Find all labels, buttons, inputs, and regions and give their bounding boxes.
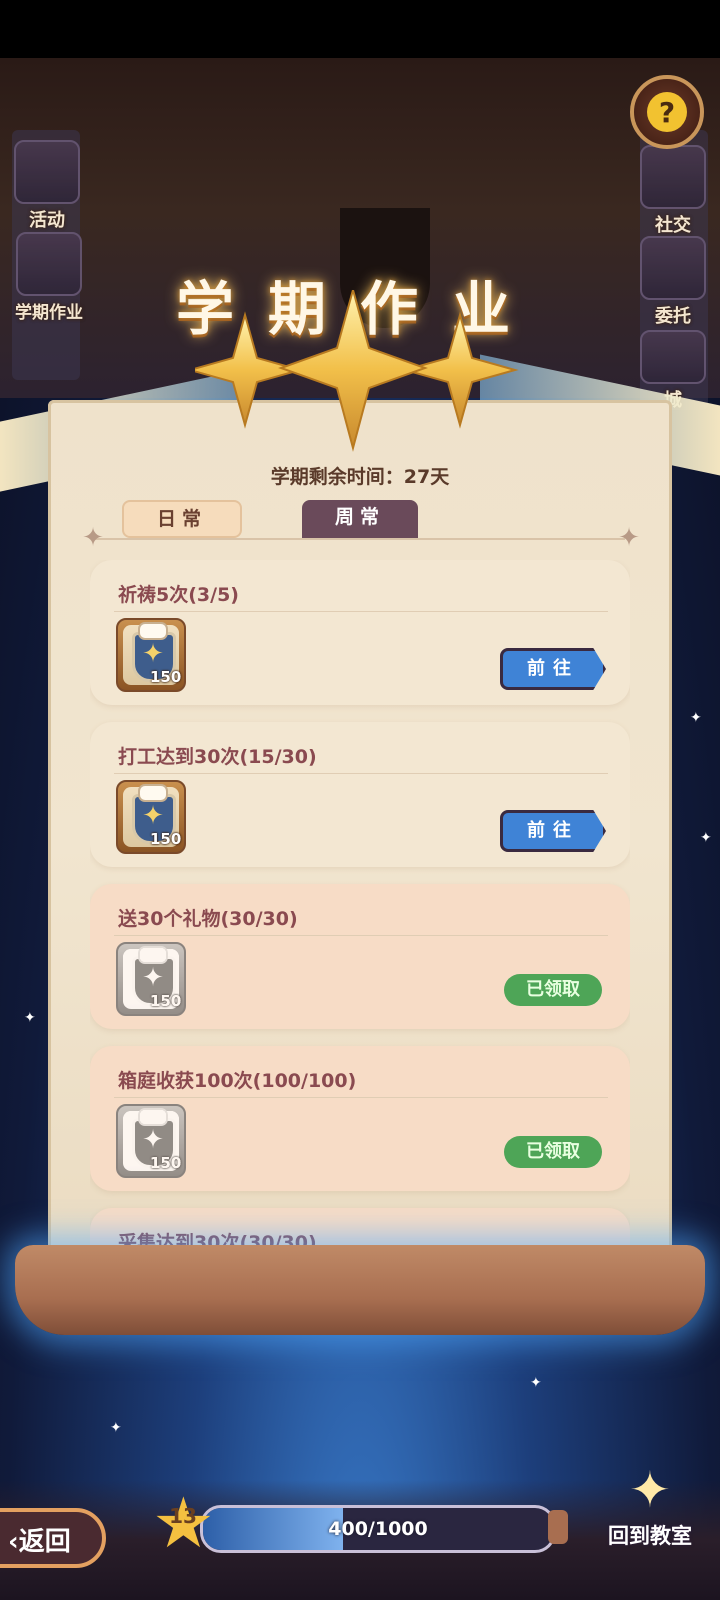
reward-quantity: 150 <box>150 1154 182 1172</box>
commission-icon <box>640 236 706 300</box>
menu-homework-button[interactable]: 学期作业 <box>10 232 88 323</box>
task-card: 箱庭收获100次(100/100) ✦ 150 已领取 <box>90 1046 630 1191</box>
task-divider <box>114 773 608 774</box>
activity-icon <box>14 140 80 204</box>
homework-icon <box>16 232 82 296</box>
reward-item[interactable]: ✦ 150 <box>116 618 186 692</box>
task-name: 打工达到30次(15/30) <box>118 746 317 768</box>
menu-social-button[interactable]: 社交 <box>638 145 708 237</box>
star-icon: ✦ <box>142 639 164 669</box>
star-icon: ✦ <box>142 963 164 993</box>
twinkle-icon: ✦ <box>690 710 702 726</box>
star-icon: ✦ <box>142 801 164 831</box>
help-button[interactable]: ? <box>630 75 704 149</box>
go-button[interactable]: 前往 <box>500 648 606 690</box>
task-name: 送30个礼物(30/30) <box>118 908 298 930</box>
task-card: 打工达到30次(15/30) ✦ 150 前往 <box>90 722 630 867</box>
task-divider <box>114 935 608 936</box>
progress-cap <box>548 1510 568 1544</box>
back-button[interactable]: ‹返回 <box>0 1508 106 1568</box>
question-icon: ? <box>647 92 687 132</box>
sparkle-left-icon: ✦ <box>82 523 104 553</box>
three-stars-emblem <box>195 290 519 452</box>
task-card: 祈祷5次(3/5) ✦ 150 前往 <box>90 560 630 705</box>
status-bar <box>0 0 720 58</box>
twinkle-icon: ✦ <box>24 1010 36 1026</box>
bow-icon <box>138 1108 168 1126</box>
menu-commission-button[interactable]: 委托 <box>638 236 708 328</box>
star-center-icon <box>278 290 428 452</box>
chevron-left-icon: ‹ <box>8 1527 19 1557</box>
claimed-badge: 已领取 <box>504 974 602 1006</box>
go-button[interactable]: 前往 <box>500 810 606 852</box>
tab-daily[interactable]: 日常 <box>122 500 242 538</box>
twinkle-icon: ✦ <box>700 830 712 846</box>
claimed-badge: 已领取 <box>504 1136 602 1168</box>
twinkle-icon: ✦ <box>530 1375 542 1391</box>
reward-item[interactable]: ✦ 150 <box>116 780 186 854</box>
return-classroom-label: 回到教室 <box>608 1524 692 1548</box>
reward-item[interactable]: ✦ 150 <box>116 942 186 1016</box>
task-divider <box>114 1097 608 1098</box>
twinkle-icon: ✦ <box>110 1420 122 1436</box>
task-divider <box>114 611 608 612</box>
tab-weekly[interactable]: 周常 <box>302 500 418 538</box>
remaining-time: 学期剩余时间：27天 <box>270 466 450 488</box>
social-icon <box>640 145 706 209</box>
progress-text: 400/1000 <box>328 1518 428 1540</box>
task-name: 箱庭收获100次(100/100) <box>118 1070 357 1092</box>
sparkle-right-icon: ✦ <box>618 523 640 553</box>
return-classroom-button[interactable]: ✦ 回到教室 <box>590 1460 710 1550</box>
star-sparkle-icon: ✦ <box>629 1461 671 1519</box>
menu-activity-button[interactable]: 活动 <box>12 140 82 232</box>
reward-item[interactable]: ✦ 150 <box>116 1104 186 1178</box>
reward-quantity: 150 <box>150 668 182 686</box>
progress-bar: 400/1000 <box>200 1505 556 1553</box>
bow-icon <box>138 784 168 802</box>
task-list[interactable]: 祈祷5次(3/5) ✦ 150 前往 打工达到30次(15/30) ✦ 150 … <box>90 560 630 1275</box>
task-card: 送30个礼物(30/30) ✦ 150 已领取 <box>90 884 630 1029</box>
reward-quantity: 150 <box>150 992 182 1010</box>
level-number: 13 <box>169 1504 197 1528</box>
task-name: 祈祷5次(3/5) <box>118 584 239 606</box>
star-icon: ✦ <box>142 1125 164 1155</box>
reward-quantity: 150 <box>150 830 182 848</box>
scroll-roll <box>15 1245 705 1335</box>
city-icon <box>640 330 706 384</box>
bow-icon <box>138 946 168 964</box>
bow-icon <box>138 622 168 640</box>
tab-divider <box>95 538 625 540</box>
